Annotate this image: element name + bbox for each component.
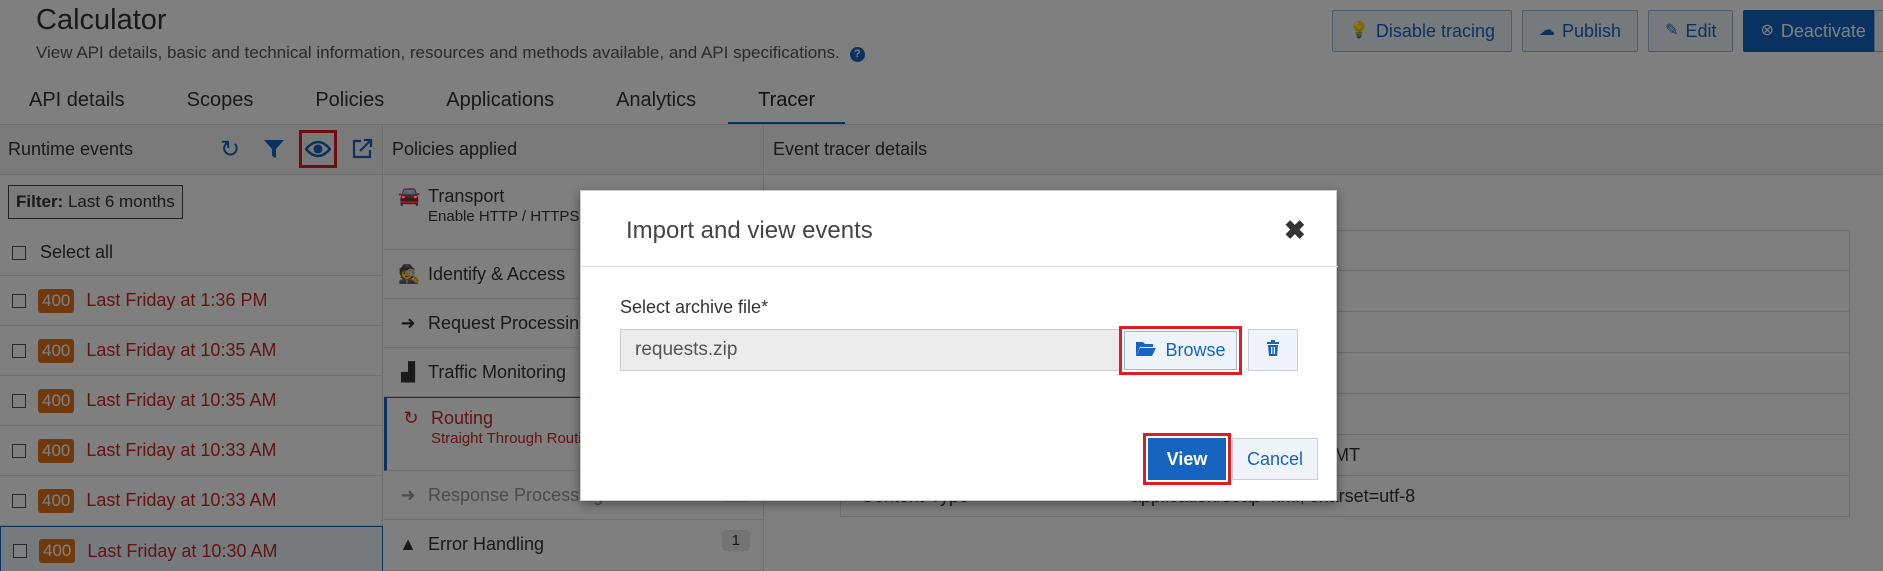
trash-icon [1266,339,1280,361]
close-icon[interactable]: ✖ [1284,215,1306,246]
import-events-dialog: Import and view events ✖ Select archive … [580,190,1338,501]
archive-file-input[interactable] [620,329,1122,371]
folder-open-icon [1135,340,1157,362]
view-button[interactable]: View [1143,433,1231,485]
archive-file-label: Select archive file* [620,297,769,317]
browse-button[interactable]: Browse [1119,326,1242,375]
delete-file-button[interactable] [1248,329,1298,371]
cancel-button[interactable]: Cancel [1232,438,1318,480]
dialog-divider [581,266,1338,267]
dialog-title: Import and view events [626,217,873,244]
browse-label: Browse [1165,340,1226,360]
